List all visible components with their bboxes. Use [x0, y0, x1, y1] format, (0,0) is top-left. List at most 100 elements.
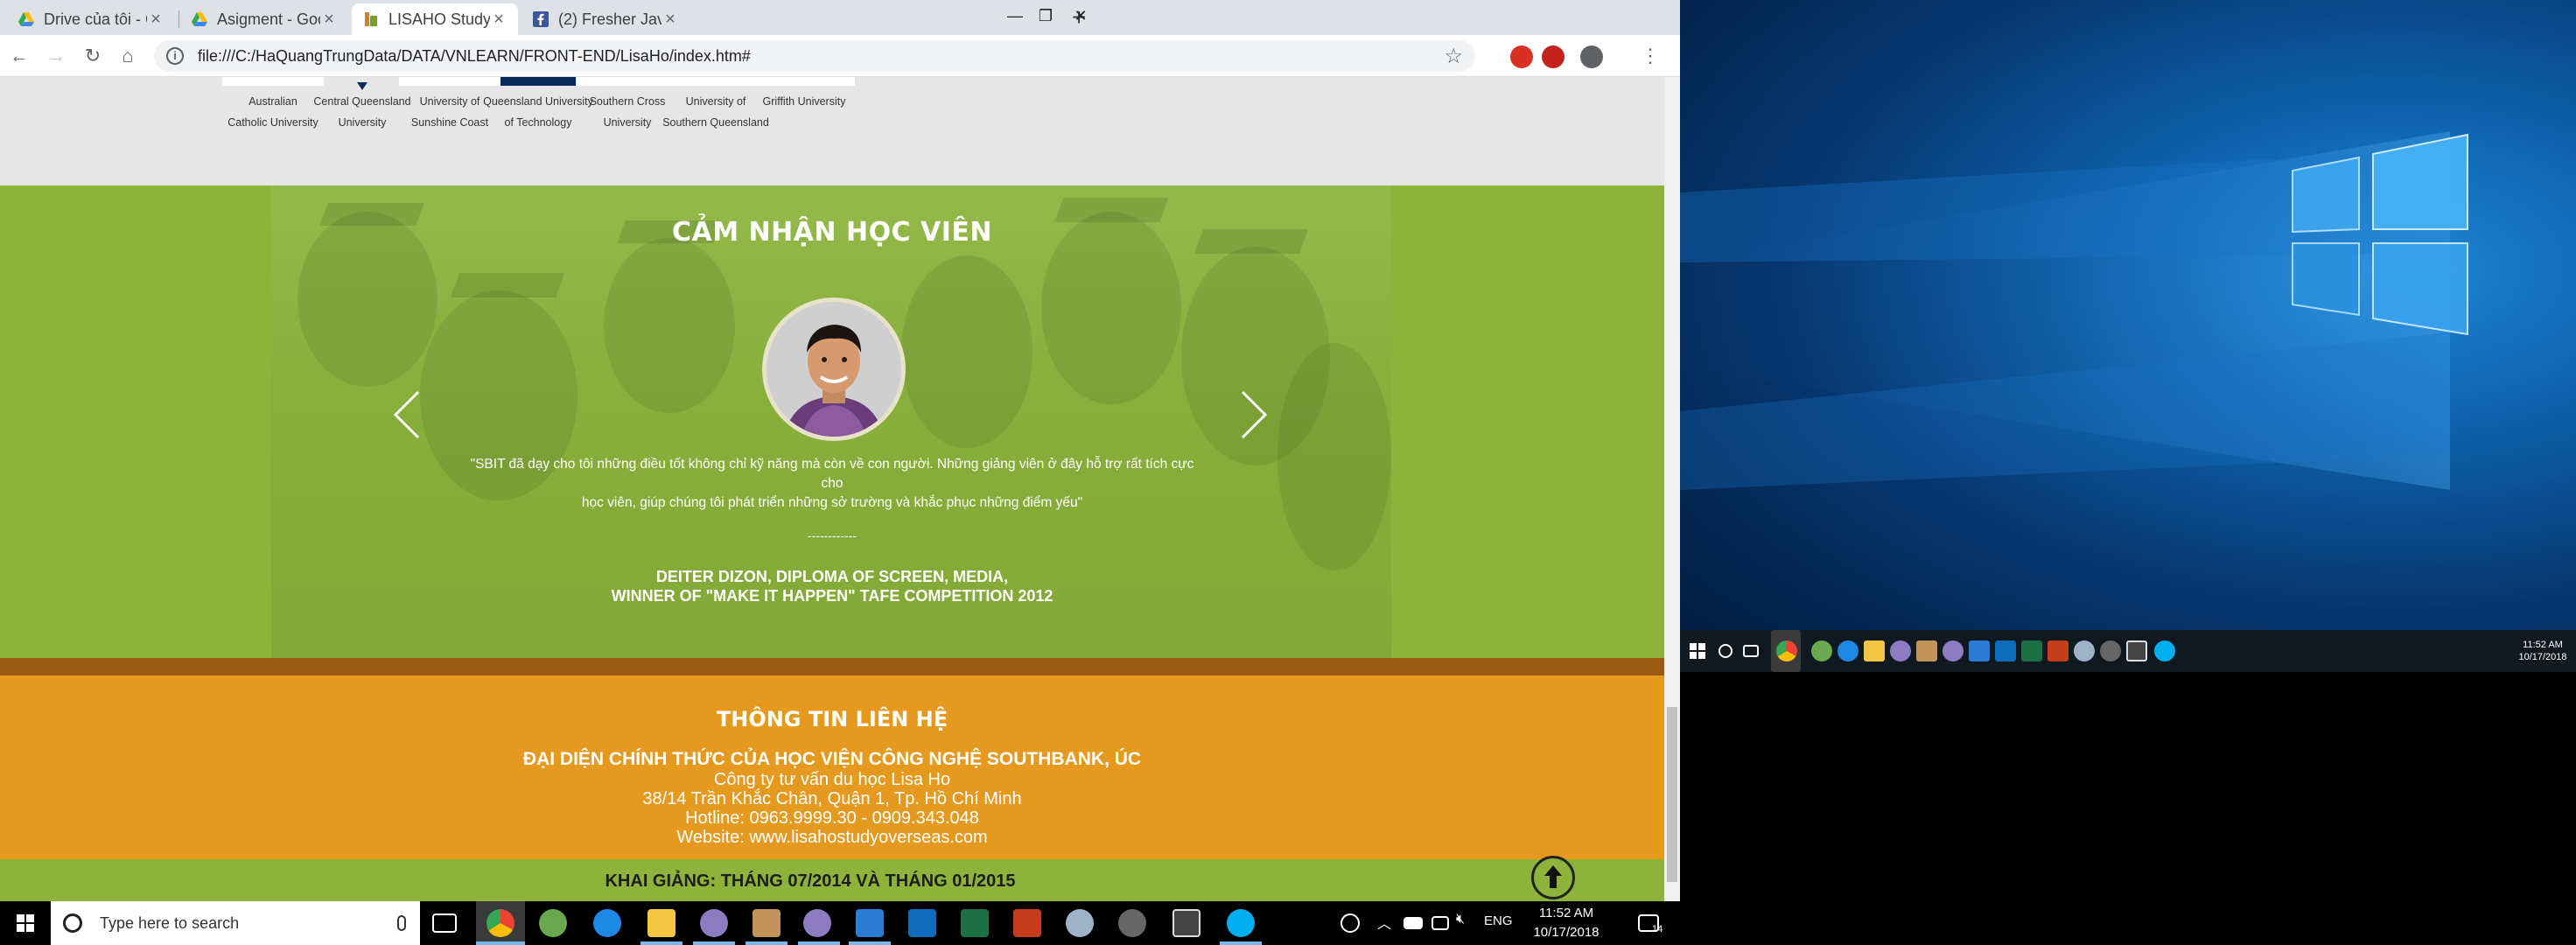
testimonial-author: DEITER DIZON, DIPLOMA OF SCREEN, MEDIA, …	[0, 567, 1664, 606]
opening-dates: KHAI GIẢNG: THÁNG 07/2014 VÀ THÁNG 01/20…	[605, 872, 1016, 891]
contact-organization: ĐẠI DIỆN CHÍNH THỨC CỦA HỌC VIỆN CÔNG NG…	[522, 749, 1142, 769]
search-placeholder[interactable]: Type here to search	[100, 914, 239, 933]
battery-icon[interactable]	[1404, 917, 1423, 929]
secondary-taskbar: 11:52 AM 10/17/2018	[1680, 630, 2576, 672]
section-title: CẢM NHẬN HỌC VIÊN	[671, 217, 993, 248]
task-view-icon[interactable]	[432, 914, 457, 933]
vscode-icon[interactable]	[1969, 640, 1990, 662]
profile-avatar[interactable]	[1580, 46, 1603, 68]
university-item[interactable]: Griffith University	[747, 77, 861, 112]
back-to-top-icon[interactable]	[1531, 856, 1575, 900]
reload-icon[interactable]: ↻	[79, 42, 107, 70]
excel-icon[interactable]	[961, 909, 989, 937]
tab-drive-asigment[interactable]: Asigment - Google Drive ×	[180, 4, 348, 35]
window-close-button[interactable]: ✕	[1054, 0, 1107, 32]
close-icon[interactable]: ×	[662, 10, 679, 30]
app-icon[interactable]	[1066, 909, 1094, 937]
cortana-icon[interactable]	[1718, 644, 1732, 658]
app-icon[interactable]	[1942, 640, 1964, 662]
app-icon[interactable]	[1890, 640, 1911, 662]
graduate-silhouette	[604, 238, 735, 413]
app-icon[interactable]	[539, 909, 567, 937]
window-icon[interactable]	[2126, 640, 2147, 662]
windows-start-icon[interactable]	[0, 901, 51, 945]
show-hidden-icons-icon[interactable]: ︿	[1377, 912, 1391, 933]
running-indicator	[640, 942, 682, 945]
app-icon[interactable]	[700, 909, 728, 937]
contact-company: Công ty tư vấn du học Lisa Ho	[713, 770, 951, 789]
tab-strip: Drive của tôi - Google Drive × Asigment …	[0, 0, 1680, 35]
gear-icon[interactable]	[1118, 909, 1146, 937]
task-view-icon[interactable]	[1743, 645, 1759, 657]
app-icon[interactable]	[803, 909, 831, 937]
home-icon[interactable]: ⌂	[114, 42, 142, 70]
graduate-silhouette	[901, 256, 1032, 448]
chevron-right-icon[interactable]	[1236, 388, 1270, 441]
facebook-icon	[533, 11, 549, 27]
edge-icon[interactable]	[593, 909, 621, 937]
windows-start-icon[interactable]	[1689, 642, 1706, 660]
scrollbar-thumb[interactable]	[1667, 707, 1677, 882]
empty-screen-area	[1680, 672, 2576, 945]
contact-address: 38/14 Trần Khắc Chân, Quận 1, Tp. Hồ Chí…	[642, 789, 1022, 808]
outlook-icon[interactable]	[1995, 640, 2016, 662]
tab-facebook[interactable]: (2) Fresher Java 04 ×	[522, 4, 690, 35]
taskbar-search[interactable]: Type here to search	[51, 901, 420, 945]
clock-date: 10/17/2018	[1533, 925, 1600, 940]
chrome-icon[interactable]	[1776, 640, 1797, 662]
extension-icon[interactable]	[1542, 46, 1564, 68]
app-icon[interactable]	[1916, 640, 1937, 662]
chevron-left-icon[interactable]	[390, 388, 425, 441]
windows-10-wallpaper	[1680, 131, 2468, 490]
tab-drive-mine[interactable]: Drive của tôi - Google Drive ×	[7, 4, 175, 35]
menu-icon[interactable]: ⋮	[1636, 42, 1664, 70]
app-icon[interactable]	[1811, 640, 1832, 662]
bookmark-star-icon[interactable]: ☆	[1444, 44, 1463, 69]
back-arrow-icon[interactable]: ←	[5, 42, 33, 70]
university-logos: Australian Catholic University Central Q…	[0, 77, 1664, 186]
url-text[interactable]: file:///C:/HaQuangTrungData/DATA/VNLEARN…	[198, 47, 751, 66]
university-logo	[500, 77, 576, 86]
forward-arrow-icon[interactable]: →	[42, 42, 70, 70]
page-scrollbar[interactable]	[1664, 77, 1680, 901]
powerpoint-icon[interactable]	[2048, 640, 2068, 662]
contact-section: THÔNG TIN LIÊN HỆ ĐẠI DIỆN CHÍNH THỨC CỦ…	[0, 676, 1664, 859]
quote-separator: ------------	[808, 528, 857, 542]
skype-icon[interactable]	[2154, 640, 2175, 662]
tab-title: LISAHO Study Overseas :: Du học	[388, 10, 490, 28]
volume-muted-icon[interactable]: 🔇︎	[1456, 912, 1465, 928]
running-indicator	[1220, 942, 1262, 945]
file-explorer-icon[interactable]	[1864, 640, 1885, 662]
outlook-icon[interactable]	[908, 909, 936, 937]
info-icon[interactable]: i	[166, 47, 184, 65]
close-icon[interactable]: ×	[147, 10, 164, 30]
tab-lisaho[interactable]: LISAHO Study Overseas :: Du học ×	[352, 4, 518, 35]
author-line: DEITER DIZON, DIPLOMA OF SCREEN, MEDIA,	[655, 568, 1009, 585]
address-bar[interactable]: i file:///C:/HaQuangTrungData/DATA/VNLEA…	[154, 40, 1475, 72]
contact-hotline: Hotline: 0963.9999.30 - 0909.343.048	[685, 808, 979, 828]
window-icon[interactable]	[1172, 909, 1200, 937]
app-icon[interactable]	[752, 909, 780, 937]
microphone-icon[interactable]	[397, 915, 406, 931]
quote-line: "SBIT đã dạy cho tôi những điều tốt khôn…	[470, 457, 1194, 491]
testimonial-section: CẢM NHẬN HỌC VIÊN "SBIT đã dạy cho tôi n…	[0, 186, 1664, 658]
edge-icon[interactable]	[1838, 640, 1858, 662]
network-icon[interactable]	[1432, 916, 1449, 930]
close-icon[interactable]: ×	[320, 10, 338, 30]
excel-icon[interactable]	[2021, 640, 2042, 662]
file-explorer-icon[interactable]	[648, 909, 676, 937]
secondary-taskbar-clock[interactable]: 11:52 AM 10/17/2018	[2510, 639, 2576, 663]
powerpoint-icon[interactable]	[1013, 909, 1041, 937]
chrome-icon[interactable]	[486, 909, 514, 937]
taskbar-clock[interactable]: 11:52 AM 10/17/2018	[1505, 904, 1628, 942]
app-icon[interactable]	[2074, 640, 2095, 662]
people-icon[interactable]	[1340, 914, 1360, 933]
gear-icon[interactable]	[2100, 640, 2121, 662]
close-icon[interactable]: ×	[490, 10, 508, 30]
vscode-icon[interactable]	[856, 909, 884, 937]
contact-website[interactable]: Website: www.lisahostudyoverseas.com	[0, 828, 1664, 848]
running-indicator	[693, 942, 735, 945]
skype-icon[interactable]	[1227, 909, 1255, 937]
extension-icon[interactable]	[1510, 46, 1533, 68]
google-drive-icon	[192, 12, 207, 26]
